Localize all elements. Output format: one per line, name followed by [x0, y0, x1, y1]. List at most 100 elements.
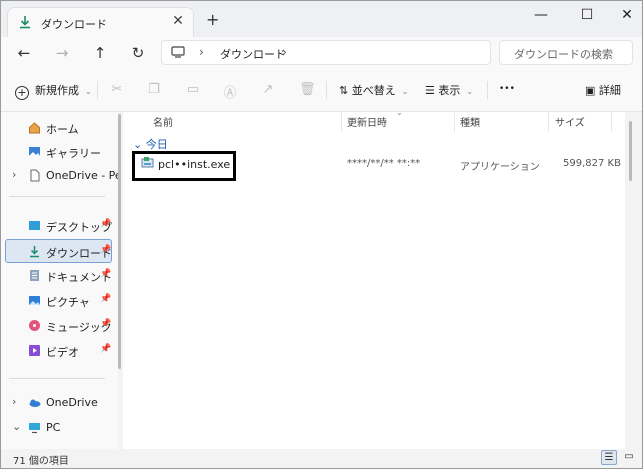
divider [487, 81, 488, 99]
up-button[interactable]: ↑ [89, 42, 111, 64]
breadcrumb-separator: › [199, 45, 204, 59]
highlight-box [132, 151, 236, 181]
sidebar-scrollbar[interactable] [118, 114, 121, 369]
details-button[interactable]: ▣ 詳細 [585, 82, 621, 98]
pc-icon [171, 46, 185, 58]
sidebar-item-onedrive[interactable]: › OneDrive [1, 391, 113, 415]
view-button[interactable]: ☰ 表示 ⌄ [425, 82, 473, 98]
sidebar-item-gallery[interactable]: ギャラリー [1, 140, 113, 164]
desktop-icon [29, 221, 40, 230]
sidebar-item-label: OneDrive - Perso [46, 169, 118, 182]
cut-icon[interactable]: ✂ [109, 82, 125, 98]
chevron-down-icon[interactable]: ⌄ [12, 420, 21, 433]
column-header-size[interactable]: サイズ [555, 114, 585, 129]
delete-icon[interactable]: 🗑 [299, 82, 316, 98]
download-icon [20, 16, 30, 29]
documents-icon [30, 270, 39, 281]
breadcrumb-separator[interactable]: › [282, 45, 287, 59]
pin-icon: 📌 [100, 219, 112, 229]
sidebar-item-pc[interactable]: ⌄ PC [1, 416, 113, 440]
sidebar-item-home[interactable]: ホーム [1, 116, 113, 140]
copy-icon[interactable]: ❐ [146, 82, 162, 98]
sidebar-item-documents[interactable]: ドキュメント 📌 [1, 264, 113, 288]
command-bar: + 新規作成 ⌄ ✂ ❐ ▭ Ⓐ ↗ 🗑 ⇅ 並べ替え ⌄ ☰ 表示 ⌄ ••• ▣ 詳… [1, 69, 642, 112]
sort-chevron-icon: ⌄ [396, 108, 403, 117]
sort-icon: ⇅ [339, 84, 352, 97]
home-icon [29, 122, 40, 134]
sidebar-item-label: ピクチャ [46, 296, 90, 309]
sort-button[interactable]: ⇅ 並べ替え ⌄ [339, 82, 408, 98]
plus-icon: + [15, 86, 29, 100]
navigation-bar: ← → ↑ ↻ › ダウンロード › ダウンロードの検索 [1, 37, 642, 69]
divider [548, 112, 549, 132]
column-header-type[interactable]: 種類 [460, 114, 480, 129]
close-button[interactable]: ✕ [605, 3, 642, 31]
tab-downloads[interactable]: ダウンロード ✕ [7, 7, 194, 37]
view-icon: ☰ [425, 84, 439, 97]
sidebar-item-onedrive-personal[interactable]: › OneDrive - Perso [1, 164, 118, 188]
chevron-down-icon: ⌄ [133, 138, 146, 151]
view-label: 表示 [438, 84, 461, 97]
pin-icon: 📌 [100, 245, 112, 255]
sidebar-item-label: PC [46, 421, 61, 434]
search-placeholder: ダウンロードの検索 [514, 48, 613, 61]
details-view-button[interactable]: ☰ [601, 450, 617, 465]
breadcrumb-downloads[interactable]: ダウンロード [220, 46, 286, 62]
pictures-icon [29, 296, 40, 305]
new-button[interactable]: + 新規作成 ⌄ [15, 82, 92, 100]
column-header-name[interactable]: 名前 [153, 114, 173, 129]
refresh-button[interactable]: ↻ [127, 42, 149, 64]
pin-icon: 📌 [100, 269, 112, 279]
divider [97, 81, 98, 99]
details-pane-icon: ▣ [585, 84, 599, 97]
pc-icon [29, 423, 40, 434]
item-count: 71 個の項目 [13, 456, 69, 467]
file-type: アプリケーション [460, 162, 540, 173]
sidebar-item-music[interactable]: ミュージック 📌 [1, 314, 113, 338]
tab-close-button[interactable]: ✕ [169, 13, 187, 29]
status-bar: 71 個の項目 ☰ ▭ [1, 449, 642, 468]
sidebar-item-pictures[interactable]: ピクチャ 📌 [1, 289, 113, 313]
download-icon [30, 246, 39, 258]
divider [9, 196, 105, 197]
chevron-right-icon[interactable]: › [12, 168, 16, 181]
content-scrollbar[interactable] [629, 121, 632, 181]
pin-icon: 📌 [100, 344, 112, 354]
divider [9, 378, 105, 379]
share-icon[interactable]: ↗ [260, 82, 276, 98]
more-button[interactable]: ••• [499, 84, 515, 94]
new-tab-button[interactable]: + [206, 10, 219, 29]
sidebar-item-videos[interactable]: ビデオ 📌 [1, 339, 113, 363]
tiles-view-button[interactable]: ▭ [621, 450, 637, 465]
group-header-today[interactable]: ⌄ 今日 [133, 136, 168, 152]
navigation-pane: ホーム ギャラリー › OneDrive - Perso デスクトップ 📌 ダウ… [1, 112, 118, 449]
title-bar: ダウンロード ✕ + — ☐ ✕ [1, 1, 642, 37]
column-header-modified[interactable]: 更新日時 [347, 114, 387, 129]
gallery-icon [29, 147, 40, 156]
minimize-button[interactable]: — [519, 3, 563, 31]
sort-label: 並べ替え [351, 84, 396, 97]
sidebar-item-downloads[interactable]: ダウンロード 📌 [5, 239, 112, 263]
divider [454, 112, 455, 132]
pin-icon: 📌 [100, 294, 112, 304]
forward-button[interactable]: → [51, 42, 73, 64]
divider [341, 112, 342, 132]
group-label: 今日 [145, 138, 168, 151]
new-label: 新規作成 [35, 84, 79, 97]
sidebar-item-label: OneDrive [46, 396, 98, 409]
address-bar[interactable]: › ダウンロード › [161, 40, 491, 65]
rename-icon[interactable]: Ⓐ [222, 82, 238, 101]
sidebar-item-label: ホーム [46, 123, 79, 136]
search-box[interactable]: ダウンロードの検索 [499, 40, 633, 65]
sidebar-item-desktop[interactable]: デスクトップ 📌 [1, 214, 113, 238]
back-button[interactable]: ← [13, 42, 35, 64]
tab-title: ダウンロード [41, 18, 107, 31]
chevron-right-icon[interactable]: › [12, 395, 16, 408]
chevron-down-icon: ⌄ [401, 87, 409, 96]
sidebar-item-label: ビデオ [46, 346, 79, 359]
cloud-icon [29, 399, 41, 407]
maximize-button[interactable]: ☐ [565, 3, 609, 31]
pin-icon: 📌 [100, 319, 112, 329]
music-icon [29, 320, 40, 331]
paste-icon[interactable]: ▭ [185, 82, 201, 98]
